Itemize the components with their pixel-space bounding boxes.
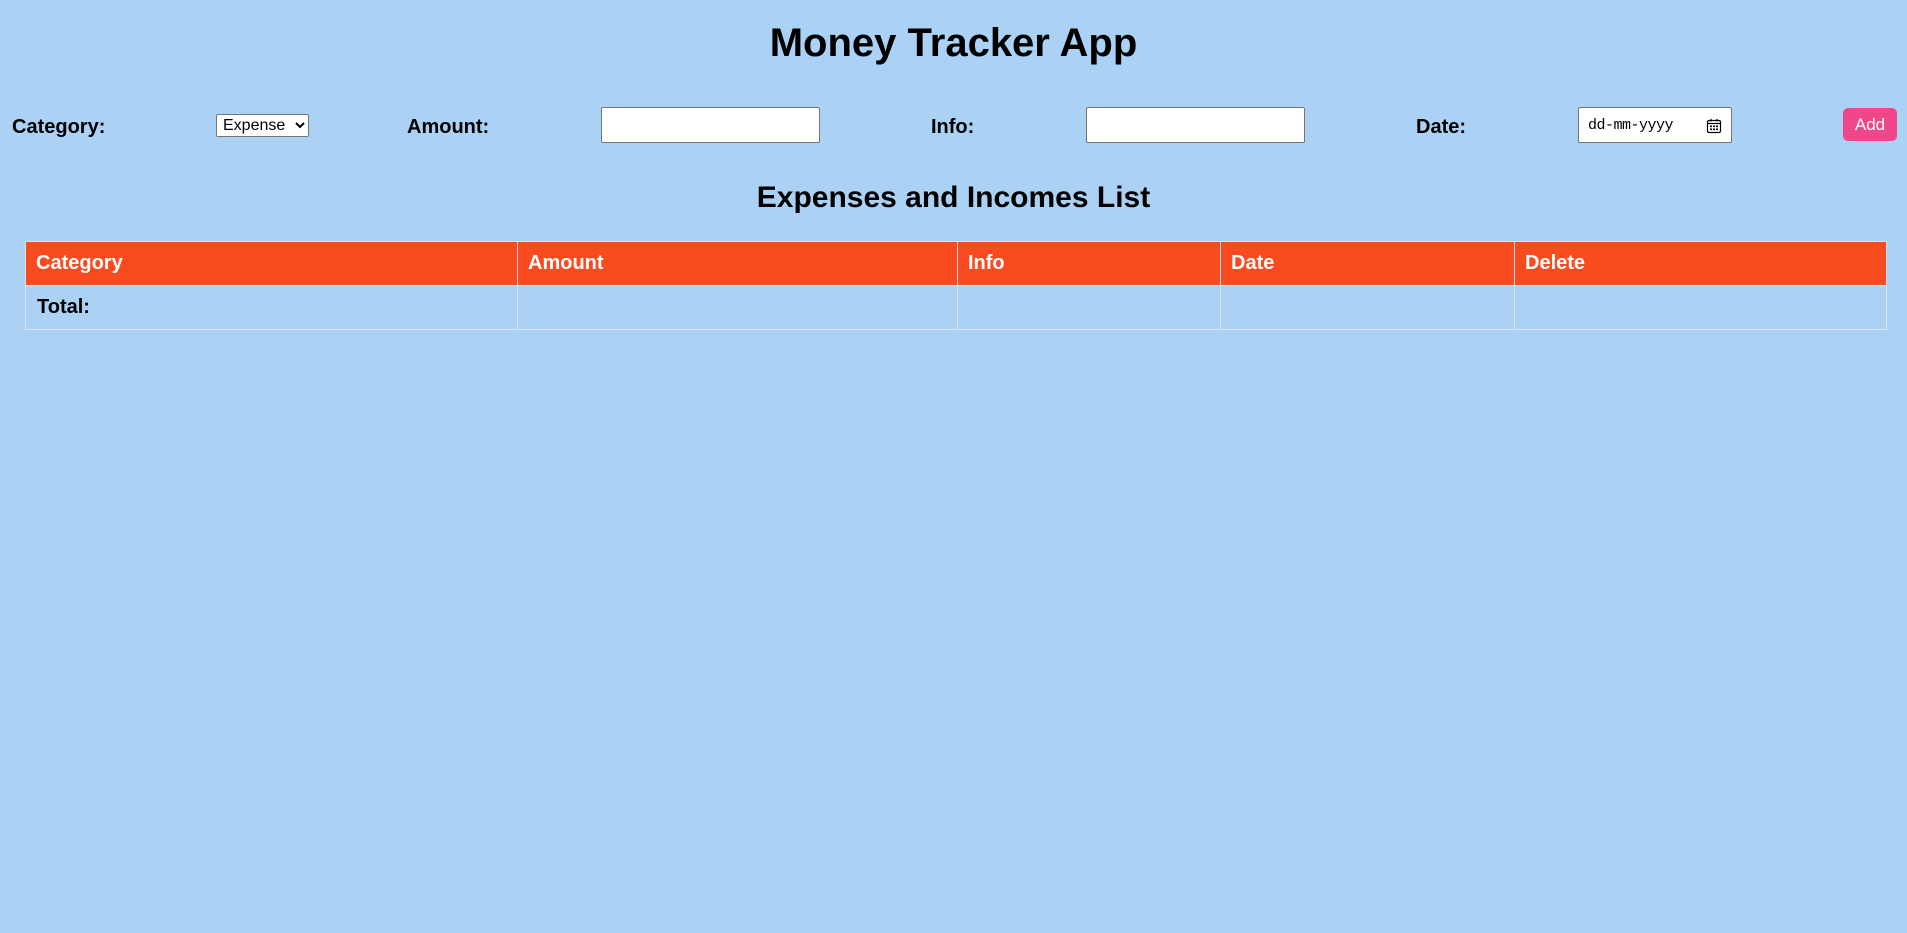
- calendar-icon[interactable]: [1706, 118, 1722, 134]
- total-amount-cell: [517, 285, 958, 330]
- total-row: Total:: [25, 285, 1887, 330]
- column-header-category: Category: [25, 241, 518, 286]
- column-header-info: Info: [957, 241, 1221, 286]
- list-title: Expenses and Incomes List: [756, 181, 1151, 214]
- category-label: Category:: [12, 116, 106, 138]
- app-title: Money Tracker App: [769, 21, 1138, 65]
- column-header-amount: Amount: [517, 241, 958, 286]
- date-label: Date:: [1416, 116, 1467, 138]
- column-header-delete: Delete: [1514, 241, 1887, 286]
- amount-label: Amount:: [407, 116, 490, 138]
- date-input[interactable]: dd-mm-yyyy: [1578, 107, 1732, 143]
- entry-form: Category: Expense Amount: Info: Date: dd…: [0, 104, 1907, 146]
- category-select[interactable]: Expense: [216, 114, 309, 137]
- date-placeholder: dd-mm-yyyy: [1588, 117, 1674, 134]
- total-delete-cell: [1514, 285, 1887, 330]
- column-header-date: Date: [1220, 241, 1515, 286]
- total-date-cell: [1220, 285, 1515, 330]
- total-info-cell: [957, 285, 1221, 330]
- table-header-row: Category Amount Info Date Delete: [25, 241, 1887, 286]
- total-label: Total:: [25, 285, 518, 330]
- amount-input[interactable]: [601, 107, 820, 143]
- expenses-table: Category Amount Info Date Delete Total:: [25, 241, 1887, 330]
- info-input[interactable]: [1086, 107, 1305, 143]
- add-button[interactable]: Add: [1843, 108, 1897, 141]
- info-label: Info:: [931, 116, 975, 138]
